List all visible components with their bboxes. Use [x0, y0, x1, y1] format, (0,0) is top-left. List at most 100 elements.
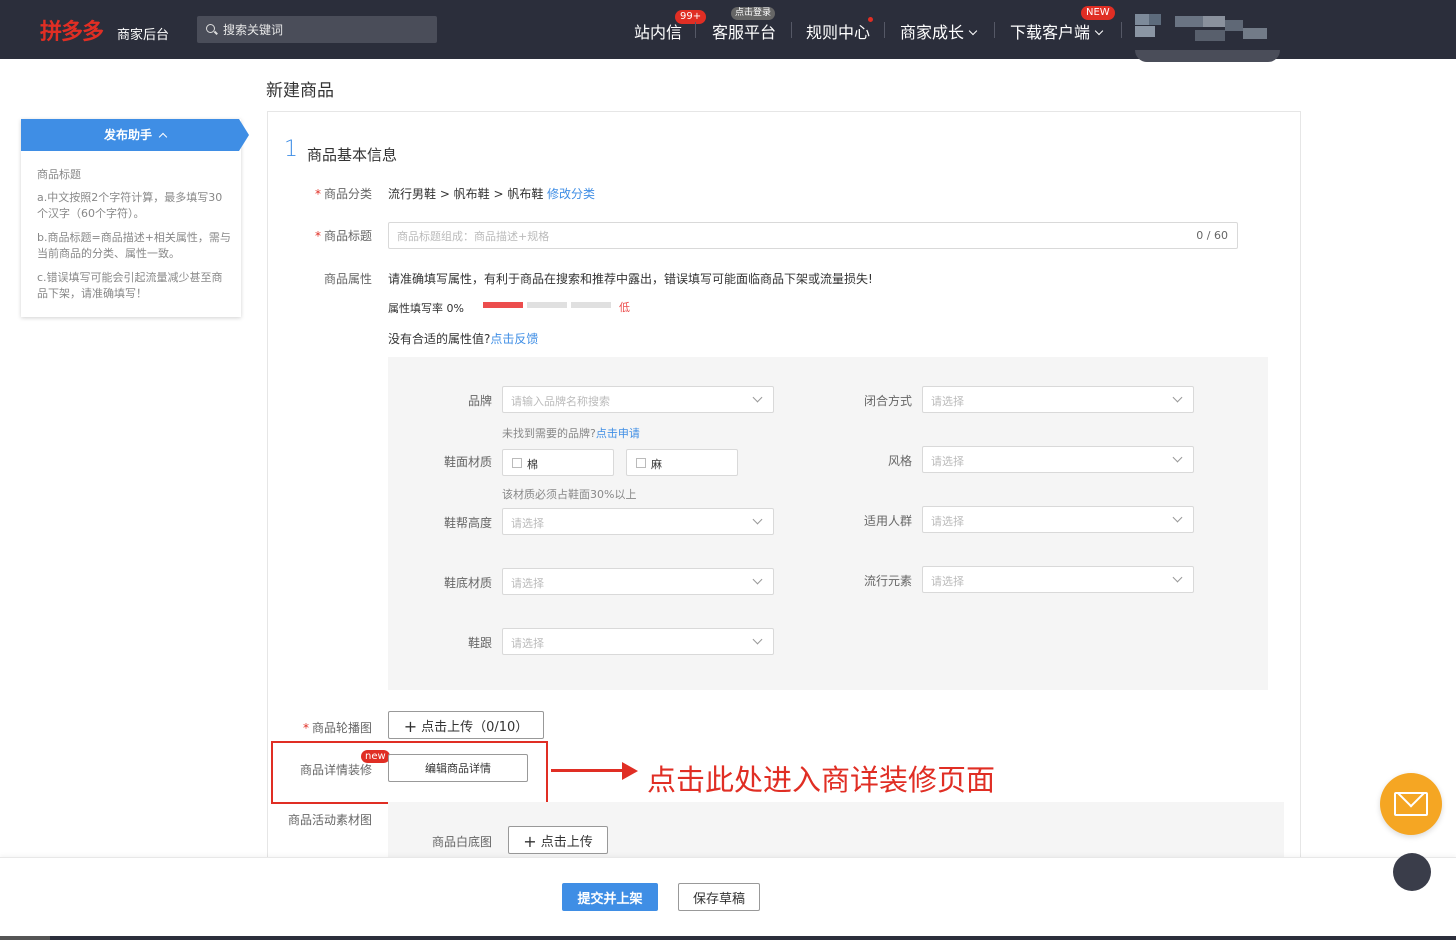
checkbox[interactable] [636, 458, 646, 468]
sole-material-select[interactable]: 请选择 [502, 568, 774, 595]
product-title-field[interactable]: 0 / 60 [388, 222, 1238, 249]
feedback-link[interactable]: 点击反馈 [490, 332, 538, 346]
carousel-upload-button[interactable]: + 点击上传（0/10） [388, 711, 544, 739]
crowd-placeholder: 请选择 [931, 515, 964, 528]
checkbox[interactable] [512, 458, 522, 468]
nav-divider [884, 22, 885, 38]
nav-rules-center[interactable]: 规则中心 [806, 19, 870, 43]
chevron-down-icon [1094, 26, 1104, 36]
logo[interactable]: 拼多多 [40, 14, 104, 46]
product-title-input[interactable] [397, 227, 1157, 245]
publish-helper-title: 发布助手 [103, 128, 152, 142]
fashion-placeholder: 请选择 [931, 575, 964, 588]
crowd-select[interactable]: 请选择 [922, 506, 1194, 533]
messages-count-badge: 99+ [675, 10, 707, 24]
nav-messages[interactable]: 站内信 [634, 19, 682, 43]
brand-not-found-row: 未找到需要的品牌?点击申请 [502, 425, 640, 441]
category-label: * 商品分类 [300, 185, 372, 202]
style-select[interactable]: 请选择 [922, 446, 1194, 473]
nav-rules-center-label: 规则中心 [806, 23, 871, 42]
logo-subtitle: 商家后台 [117, 28, 170, 43]
product-title-label: * 商品标题 [300, 227, 372, 244]
upper-material-label: 鞋面材质 [443, 455, 492, 469]
brand-select[interactable]: 请输入品牌名称搜索 [502, 386, 774, 413]
required-asterisk: * [314, 187, 321, 201]
fashion-label: 流行元素 [863, 574, 912, 588]
upper-height-label: 鞋帮高度 [443, 516, 492, 530]
chevron-down-icon [1172, 572, 1183, 583]
closure-placeholder: 请选择 [931, 395, 964, 408]
modify-category-link[interactable]: 修改分类 [547, 185, 595, 202]
nav-merchant-growth[interactable]: 商家成长 [900, 19, 978, 43]
upper-height-select[interactable]: 请选择 [502, 508, 774, 535]
mail-icon [1394, 792, 1428, 816]
publish-helper-toggle[interactable]: 发布助手 [21, 119, 249, 151]
required-asterisk: * [302, 721, 309, 735]
annotation-text: 点击此处进入商详装修页面 [647, 763, 996, 797]
category-path: 流行男鞋 > 帆布鞋 > 帆布鞋 [388, 187, 544, 201]
feedback-row: 没有合适的属性值?点击反馈 [388, 330, 538, 347]
char-counter: 0 / 60 [1196, 229, 1228, 242]
float-button-partial[interactable] [1393, 853, 1431, 891]
nav-messages-label: 站内信 [634, 23, 683, 42]
nav-download-client[interactable]: 下载客户端 [1010, 19, 1104, 43]
upper-material-option-linen[interactable]: 麻 [626, 449, 738, 476]
chevron-down-icon [1172, 392, 1183, 403]
nav-download-client-label: 下载客户端 [1010, 23, 1091, 42]
submit-button[interactable]: 提交并上架 [562, 883, 658, 911]
carousel-label-text: 商品轮播图 [311, 721, 372, 735]
page-title: 新建商品 [266, 81, 334, 101]
product-title-label-text: 商品标题 [323, 229, 372, 243]
nav-divider [1121, 22, 1122, 38]
required-asterisk: * [314, 229, 321, 243]
white-bg-upload-button[interactable]: + 点击上传 [508, 826, 608, 854]
helper-tip: b.商品标题=商品描述+相关属性，需与当前商品的分类、属性一致。 [37, 231, 231, 260]
brand-apply-link[interactable]: 点击申请 [596, 427, 640, 440]
sole-material-placeholder: 请选择 [511, 577, 544, 590]
chevron-down-icon [752, 634, 763, 645]
detail-label: 商品详情装修 [299, 763, 372, 777]
plus-icon: + [403, 716, 418, 736]
fill-rate-bar-segment [527, 302, 567, 308]
brand-label: 品牌 [467, 394, 492, 408]
nav-merchant-growth-label: 商家成长 [900, 23, 965, 42]
brand-not-found-text: 未找到需要的品牌? [502, 427, 596, 440]
feedback-prompt: 没有合适的属性值? [388, 332, 491, 346]
search-input[interactable] [223, 20, 423, 39]
sole-material-label: 鞋底材质 [443, 576, 492, 590]
chevron-down-icon [1172, 512, 1183, 523]
plus-icon: + [523, 831, 537, 851]
annotation-arrow [551, 769, 626, 772]
upper-material-hint: 该材质必须占鞋面30%以上 [502, 488, 637, 501]
user-account-blurred[interactable] [1135, 10, 1280, 62]
carousel-upload-label: 点击上传（0/10） [421, 719, 529, 735]
chevron-down-icon [1172, 452, 1183, 463]
fashion-select[interactable]: 请选择 [922, 566, 1194, 593]
save-draft-button[interactable]: 保存草稿 [678, 883, 760, 911]
heel-label: 鞋跟 [467, 636, 492, 650]
chevron-up-icon [158, 132, 168, 142]
helper-subtitle: 商品标题 [37, 168, 81, 181]
upper-material-option-cotton[interactable]: 棉 [502, 449, 614, 476]
white-bg-label: 商品白底图 [431, 835, 492, 849]
upper-height-placeholder: 请选择 [511, 517, 544, 530]
closure-select[interactable]: 请选择 [922, 386, 1194, 413]
option-label: 棉 [527, 458, 538, 471]
arrow-right-icon [622, 762, 638, 780]
nav-customer-service-label: 客服平台 [712, 23, 777, 42]
chevron-down-icon [968, 26, 978, 36]
brand-placeholder: 请输入品牌名称搜索 [511, 395, 610, 408]
fill-rate-bar-segment [571, 302, 611, 308]
search-icon [206, 24, 215, 33]
nav-customer-service[interactable]: 客服平台 [712, 19, 776, 43]
attributes-label: 商品属性 [323, 272, 372, 286]
message-float-button[interactable] [1380, 773, 1442, 835]
heel-select[interactable]: 请选择 [502, 628, 774, 655]
activity-label: 商品活动素材图 [287, 813, 372, 827]
nav-divider [695, 22, 696, 38]
notification-dot [868, 17, 873, 22]
search-box[interactable] [197, 16, 437, 43]
helper-tip: a.中文按照2个字符计算，最多填写30个汉字（60个字符）。 [37, 191, 223, 220]
edit-detail-button[interactable]: 编辑商品详情 [388, 754, 528, 782]
option-label: 麻 [651, 458, 662, 471]
